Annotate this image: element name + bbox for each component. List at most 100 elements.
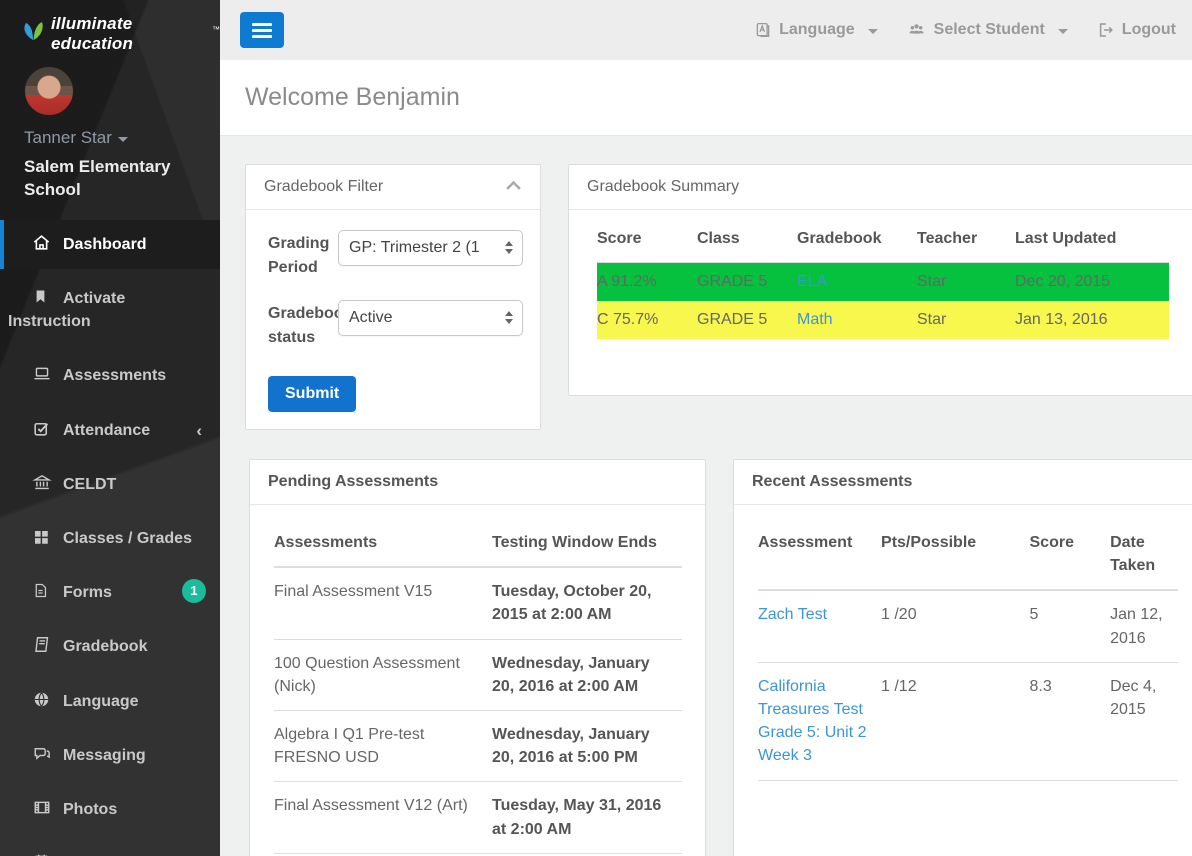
col-header-teacher: Teacher xyxy=(917,230,1015,263)
assessment-name-cell: Final Assessment V12 (Art) xyxy=(274,781,492,854)
window-ends-cell: Tuesday, May 31, 2016 at 2:00 AM xyxy=(492,781,682,854)
assessment-link[interactable]: Zach Test xyxy=(758,606,827,623)
sidebar-item-activate-instruction[interactable]: Activate Instruction xyxy=(0,274,220,346)
sidebar-item-messaging[interactable]: Messaging xyxy=(0,731,220,780)
pending-assessments-header: Pending Assessments xyxy=(250,460,705,505)
sidebar-item-gradebook[interactable]: Gradebook xyxy=(0,622,220,671)
table-row: 100 Question Assessment (Nick) Wednesday… xyxy=(274,639,682,711)
window-ends-cell: Wednesday, January 20, 2016 at 5:00 PM xyxy=(492,710,682,783)
illuminate-butterfly-logo-icon xyxy=(20,20,46,49)
sidebar-item-language[interactable]: Language xyxy=(0,677,220,726)
student-avatar[interactable] xyxy=(24,66,74,116)
gradebook-filter-title: Gradebook Filter xyxy=(264,178,384,195)
student-switcher[interactable]: Tanner Star xyxy=(24,128,220,148)
assessment-link[interactable]: California Treasures Test Grade 5: Unit … xyxy=(758,678,867,765)
caret-down-icon xyxy=(1057,29,1068,34)
assessment-name-cell: Algebra I Q1 Pre-test FRESNO USD xyxy=(274,710,492,783)
chat-bubbles-icon xyxy=(32,744,51,763)
table-row: Final Assessment V12 (Art) Tuesday, May … xyxy=(274,781,682,854)
checkbox-check-icon xyxy=(32,419,51,438)
topbar-links: Language Select Student Logout xyxy=(754,21,1176,39)
bookmark-icon xyxy=(32,287,51,306)
sidebar-item-dashboard[interactable]: Dashboard xyxy=(0,219,220,270)
gradebook-summary-panel: Gradebook Summary Score Class Gradebook … xyxy=(568,164,1192,396)
last-updated-cell: Dec 20, 2015 xyxy=(1015,262,1169,301)
sidebar-toggle-button[interactable] xyxy=(240,12,284,48)
gradebook-summary-table: Score Class Gradebook Teacher Last Updat… xyxy=(597,230,1169,339)
pts-possible-cell: 1 /20 xyxy=(881,590,1030,663)
pts-possible-cell: 1 /12 xyxy=(881,662,1030,781)
sidebar-item-assessments[interactable]: Assessments xyxy=(0,351,220,400)
collapse-chevron-up-icon[interactable] xyxy=(505,178,522,196)
table-row: California Treasures Test Grade 5: Unit … xyxy=(758,662,1178,781)
brand: illuminate education ™ xyxy=(0,0,220,54)
col-header-testing-window-ends: Testing Window Ends xyxy=(492,519,682,569)
recent-assessments-title: Recent Assessments xyxy=(752,473,913,490)
score-cell: C 75.7% xyxy=(597,301,697,339)
logout-icon xyxy=(1096,21,1115,39)
gradebook-status-label: Gradebook status xyxy=(268,305,353,346)
col-header-gradebook: Gradebook xyxy=(797,230,917,263)
main-area: Language Select Student Logout Welcome B… xyxy=(220,0,1192,856)
grading-period-select[interactable]: GP: Trimester 2 (1 xyxy=(338,230,523,266)
gradebook-summary-header: Gradebook Summary xyxy=(569,165,1192,210)
calendar-icon xyxy=(32,852,51,856)
submit-button[interactable]: Submit xyxy=(268,376,357,412)
sidebar-item-photos[interactable]: Photos xyxy=(0,785,220,834)
topbar: Language Select Student Logout xyxy=(220,0,1192,60)
class-cell: GRADE 5 xyxy=(697,262,797,301)
gradebook-filter-body: Grading Period GP: Trimester 2 (1 Gradeb… xyxy=(246,210,540,412)
sidebar-item-forms[interactable]: Forms 1 xyxy=(0,568,220,617)
select-student-label: Select Student xyxy=(933,21,1045,38)
chevron-left-icon[interactable]: ‹ xyxy=(196,419,202,444)
document-icon xyxy=(32,581,51,600)
pending-assessments-table: Assessments Testing Window Ends Final As… xyxy=(274,519,682,854)
table-row: C 75.7% GRADE 5 Math Star Jan 13, 2016 xyxy=(597,301,1169,339)
laptop-icon xyxy=(32,364,51,383)
forms-count-badge: 1 xyxy=(182,579,206,604)
caret-down-icon xyxy=(117,137,128,142)
sidebar-item-celdt[interactable]: CELDT xyxy=(0,460,220,509)
teacher-cell: Star xyxy=(917,262,1015,301)
col-header-class: Class xyxy=(697,230,797,263)
film-frame-icon xyxy=(32,798,51,817)
score-cell: A 91.2% xyxy=(597,262,697,301)
book-icon xyxy=(32,635,51,654)
score-cell: 5 xyxy=(1029,590,1111,663)
sidebar-item-attendance[interactable]: Attendance ‹ xyxy=(0,406,220,455)
col-header-score: Score xyxy=(1029,519,1111,592)
gradebook-link[interactable]: Math xyxy=(797,311,833,328)
bank-icon xyxy=(32,473,52,492)
recent-assessments-table: Assessment Pts/Possible Score Date Taken… xyxy=(758,519,1178,781)
logout-button[interactable]: Logout xyxy=(1096,21,1176,39)
school-name: Salem Elementary School xyxy=(24,157,171,199)
table-row: Final Assessment V15 Tuesday, October 20… xyxy=(274,567,682,640)
table-row: Algebra I Q1 Pre-test FRESNO USD Wednesd… xyxy=(274,710,682,783)
home-icon xyxy=(32,233,51,252)
pending-assessments-title: Pending Assessments xyxy=(268,473,439,490)
gradebook-link[interactable]: ELA xyxy=(797,273,827,290)
select-student-dropdown[interactable]: Select Student xyxy=(906,21,1068,39)
gradebook-summary-title: Gradebook Summary xyxy=(587,178,740,195)
class-cell: GRADE 5 xyxy=(697,301,797,339)
assessment-name-cell: Final Assessment V15 xyxy=(274,567,492,640)
student-name: Tanner Star xyxy=(24,128,112,147)
gradebook-filter-panel: Gradebook Filter Grading Period GP: Trim… xyxy=(245,164,541,430)
recent-assessments-header: Recent Assessments xyxy=(734,460,1192,505)
page-title: Welcome Benjamin xyxy=(245,83,460,111)
sidebar-nav: Dashboard Activate Instruction Assessmen… xyxy=(0,219,220,856)
recent-assessments-panel: Recent Assessments Assessment Pts/Possib… xyxy=(733,459,1192,856)
language-dropdown[interactable]: Language xyxy=(754,21,878,39)
col-header-date-taken: Date Taken xyxy=(1110,519,1178,592)
gradebook-filter-header: Gradebook Filter xyxy=(246,165,540,210)
window-ends-cell: Wednesday, January 20, 2016 at 2:00 AM xyxy=(492,639,682,711)
select-stepper-icon xyxy=(505,241,513,254)
caret-down-icon xyxy=(867,29,878,34)
sidebar-item-schedule[interactable]: Schedule xyxy=(0,839,220,856)
gradebook-status-select[interactable]: Active xyxy=(338,300,523,336)
window-ends-cell: Tuesday, October 20, 2015 at 2:00 AM xyxy=(492,567,682,640)
gradebook-status-row: Gradebook status Active xyxy=(268,300,523,372)
table-row: A 91.2% GRADE 5 ELA Star Dec 20, 2015 xyxy=(597,262,1169,301)
sidebar-item-classes-grades[interactable]: Classes / Grades xyxy=(0,514,220,563)
users-group-icon xyxy=(906,21,927,39)
